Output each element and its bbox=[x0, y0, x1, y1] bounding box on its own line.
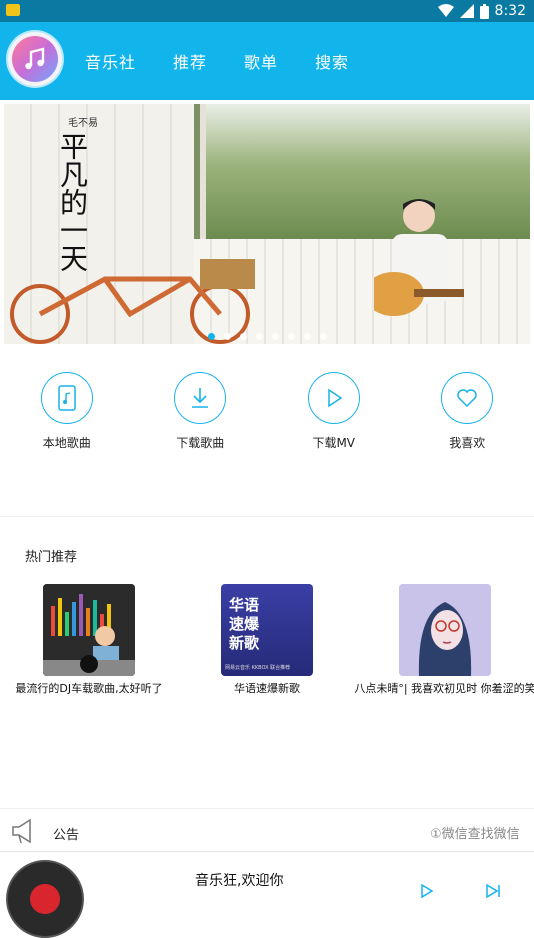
notice-label: 公告 bbox=[53, 824, 79, 843]
tab-recommend[interactable]: 推荐 bbox=[173, 49, 207, 73]
megaphone-icon bbox=[10, 817, 38, 845]
cover-text-line: 华语 bbox=[229, 596, 259, 615]
hot-list: 最流行的DJ车载歌曲,太好听了 华语 速爆 新歌 网易云音乐 KKBOX 联合推… bbox=[0, 584, 534, 696]
local-songs-button[interactable]: 本地歌曲 bbox=[0, 372, 134, 462]
status-icons: 8:32 bbox=[438, 2, 526, 20]
play-icon bbox=[308, 372, 360, 424]
hot-item-title: 华语速爆新歌 bbox=[234, 680, 300, 696]
tab-playlists[interactable]: 歌单 bbox=[244, 49, 278, 73]
guitarist-illustration bbox=[374, 194, 464, 344]
hot-item[interactable]: 最流行的DJ车载歌曲,太好听了 bbox=[0, 584, 178, 696]
cover-text-line: 新歌 bbox=[229, 634, 259, 653]
next-control-icon bbox=[486, 884, 502, 898]
carousel-dot[interactable] bbox=[272, 333, 279, 340]
dj-playlist-cover bbox=[43, 584, 135, 676]
mini-player[interactable]: 音乐狂,欢迎你 bbox=[0, 852, 534, 890]
tab-music-community[interactable]: 音乐社 bbox=[85, 49, 136, 73]
play-button[interactable] bbox=[420, 882, 434, 903]
banner-carousel[interactable]: 平凡的一天 毛不易 bbox=[4, 104, 530, 344]
phone-music-icon bbox=[41, 372, 93, 424]
carousel-dots bbox=[4, 333, 530, 340]
download-mv-label: 下载MV bbox=[312, 434, 355, 451]
download-icon bbox=[174, 372, 226, 424]
bicycle-illustration bbox=[10, 254, 270, 344]
favorites-button[interactable]: 我喜欢 bbox=[401, 372, 534, 462]
status-bar: 8:32 bbox=[0, 0, 534, 22]
carousel-dot[interactable] bbox=[240, 333, 247, 340]
hot-item[interactable]: 八点未晴°| 我喜欢初见时 你羞涩的笑 bbox=[356, 584, 534, 696]
carousel-dot[interactable] bbox=[320, 333, 327, 340]
signal-icon bbox=[460, 4, 474, 18]
hot-item-title: 八点未晴°| 我喜欢初见时 你羞涩的笑 bbox=[354, 680, 534, 696]
notice-bar[interactable]: 公告 ①微信查找微信 bbox=[0, 809, 534, 851]
play-control-icon bbox=[420, 884, 434, 898]
banner-title: 平凡的一天 bbox=[58, 132, 86, 272]
banner-artist: 毛不易 bbox=[68, 114, 98, 129]
app-logo[interactable] bbox=[8, 32, 62, 86]
download-songs-button[interactable]: 下载歌曲 bbox=[134, 372, 268, 462]
favorites-label: 我喜欢 bbox=[449, 434, 485, 451]
notice-marquee-text: ①微信查找微信 bbox=[430, 823, 520, 842]
nav-tabs: 音乐社 推荐 歌单 搜索 bbox=[85, 49, 349, 73]
hot-section-title: 热门推荐 bbox=[25, 546, 77, 565]
download-mv-button[interactable]: 下载MV bbox=[267, 372, 401, 462]
heart-icon bbox=[441, 372, 493, 424]
hot-item-title: 最流行的DJ车载歌曲,太好听了 bbox=[15, 680, 162, 696]
carousel-dot[interactable] bbox=[208, 333, 215, 340]
quick-actions: 本地歌曲 下载歌曲 下载MV 我喜欢 bbox=[0, 372, 534, 462]
album-disc[interactable] bbox=[6, 860, 84, 938]
next-button[interactable] bbox=[486, 882, 502, 903]
local-songs-label: 本地歌曲 bbox=[43, 434, 91, 451]
notification-icon bbox=[6, 4, 20, 16]
top-nav-bar: 音乐社 推荐 歌单 搜索 bbox=[0, 22, 534, 100]
illustration-girl-cover bbox=[399, 584, 491, 676]
carousel-dot[interactable] bbox=[224, 333, 231, 340]
cover-text-line: 速爆 bbox=[229, 615, 259, 634]
status-time: 8:32 bbox=[495, 3, 526, 19]
section-divider bbox=[0, 516, 534, 517]
download-songs-label: 下载歌曲 bbox=[176, 434, 224, 451]
wifi-icon bbox=[438, 4, 454, 18]
player-title: 音乐狂,欢迎你 bbox=[195, 870, 283, 890]
battery-icon bbox=[480, 4, 489, 19]
new-songs-cover: 华语 速爆 新歌 网易云音乐 KKBOX 联合推荐 bbox=[221, 584, 313, 676]
carousel-dot[interactable] bbox=[304, 333, 311, 340]
cover-footer: 网易云音乐 KKBOX 联合推荐 bbox=[225, 664, 290, 671]
banner-window bbox=[200, 104, 530, 239]
tab-search[interactable]: 搜索 bbox=[315, 49, 349, 73]
music-note-icon bbox=[12, 36, 58, 82]
carousel-dot[interactable] bbox=[256, 333, 263, 340]
hot-item[interactable]: 华语 速爆 新歌 网易云音乐 KKBOX 联合推荐 华语速爆新歌 bbox=[178, 584, 356, 696]
carousel-dot[interactable] bbox=[288, 333, 295, 340]
